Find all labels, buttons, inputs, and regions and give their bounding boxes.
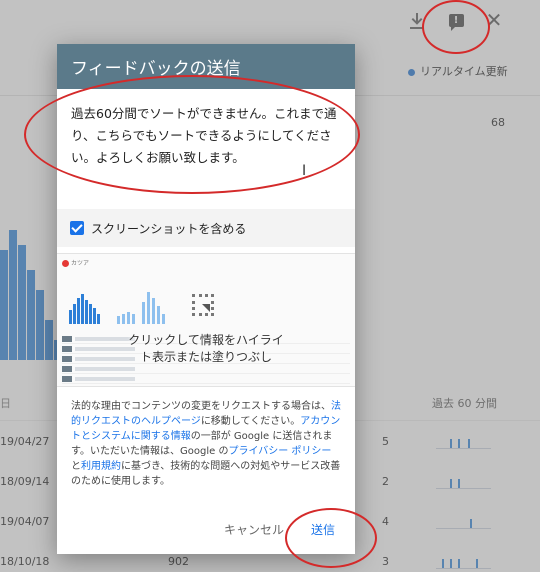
dialog-title: フィードバックの送信 <box>57 44 355 89</box>
screenshot-caption: クリックして情報をハイライ ト表示または塗りつぶし <box>128 333 284 364</box>
text-cursor-icon: I <box>302 163 307 179</box>
include-screenshot-label: スクリーンショットを含める <box>91 221 247 236</box>
terms-link[interactable]: 利用規約 <box>81 461 121 472</box>
screenshot-preview[interactable]: カツア クリックして情報をハイライ ト表示または塗りつぶし <box>57 253 355 387</box>
highlight-area-icon <box>192 294 214 316</box>
privacy-policy-link[interactable]: プライバシー ポリシー <box>228 446 331 457</box>
include-screenshot-row[interactable]: スクリーンショットを含める <box>57 209 355 247</box>
include-screenshot-checkbox[interactable] <box>70 221 84 235</box>
feedback-message: 過去60分間でソートができません。これまで通り、こちらでもソートできるようにして… <box>71 106 337 165</box>
mini-app-header: カツア <box>62 258 89 267</box>
legal-notice: 法的な理由でコンテンツの変更をリクエストする場合は、法的リクエストのヘルプページ… <box>71 401 341 487</box>
dialog-footer: キャンセル 送信 <box>57 508 355 554</box>
mini-logo-icon <box>62 260 69 267</box>
cancel-button[interactable]: キャンセル <box>224 521 284 538</box>
feedback-dialog: フィードバックの送信 過去60分間でソートができません。これまで通り、こちらでも… <box>57 44 355 554</box>
send-button[interactable]: 送信 <box>311 521 335 538</box>
feedback-textarea[interactable]: 過去60分間でソートができません。これまで通り、こちらでもソートできるようにして… <box>57 89 355 209</box>
